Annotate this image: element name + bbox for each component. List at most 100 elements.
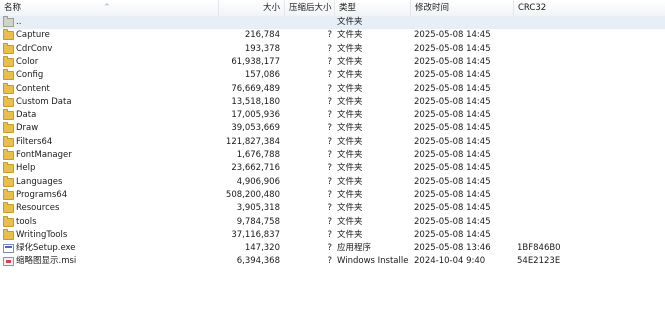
file-crc — [517, 176, 577, 189]
file-modified: 2025-05-08 14:45 — [414, 123, 491, 134]
file-packed-size: ? — [327, 56, 332, 67]
file-row[interactable]: Help 23,662,716? 文件夹 2025-05-08 14:45 — [0, 162, 665, 175]
file-modified: 2025-05-08 14:45 — [414, 229, 491, 240]
file-name: 缩略图显示.msi — [16, 256, 77, 267]
file-row[interactable]: WritingTools 37,116,837? 文件夹 2025-05-08 14:… — [0, 228, 665, 242]
file-row[interactable]: tools 9,784,758? 文件夹 2025-05-08 14:45 — [0, 215, 665, 229]
file-type: 文件夹 — [337, 43, 363, 54]
column-header-size[interactable]: 大小 — [219, 0, 285, 16]
file-packed-size: ? — [327, 136, 332, 147]
file-name: Capture — [16, 30, 50, 41]
column-header-size-label: 大小 — [262, 3, 280, 13]
file-modified: 2025-05-08 14:45 — [414, 96, 491, 107]
file-crc: 54E2123E — [517, 256, 561, 267]
column-header-modified[interactable]: 修改时间 — [411, 0, 514, 16]
file-modified: 2025-05-08 14:45 — [414, 203, 491, 214]
watermark — [579, 322, 659, 330]
file-type: 文件夹 — [337, 96, 363, 107]
file-packed-size: ? — [327, 216, 332, 227]
file-modified: 2025-05-08 14:45 — [414, 150, 491, 160]
file-modified: 2025-05-08 14:45 — [414, 83, 491, 94]
file-crc — [517, 162, 577, 175]
file-row[interactable]: 缩略图显示.msi 6,394,368? Windows Installe... 20… — [0, 255, 665, 268]
file-row[interactable]: Filters64 121,827,384? 文件夹 2025-05-08 14:45 — [0, 135, 665, 149]
file-size: 216,784 — [244, 30, 280, 41]
file-modified: 2025-05-08 14:45 — [414, 189, 491, 200]
file-size: 121,827,384 — [225, 136, 280, 147]
folder-icon — [3, 42, 14, 54]
file-row[interactable]: FontManager 1,676,788? 文件夹 2025-05-08 14:45 — [0, 149, 665, 162]
file-row[interactable]: Content 76,669,489? 文件夹 2025-05-08 14:45 — [0, 82, 665, 96]
file-crc — [517, 16, 577, 29]
folder-icon — [3, 82, 14, 94]
file-name: Data — [16, 110, 37, 121]
file-name: Content — [16, 83, 50, 94]
column-header-packed[interactable]: 压缩后大小 — [285, 0, 335, 16]
sort-ascending-icon: ^ — [104, 3, 110, 11]
folder-icon — [3, 69, 14, 81]
file-packed-size — [286, 16, 332, 29]
file-name: Color — [16, 56, 39, 67]
file-name: .. — [16, 17, 22, 27]
file-packed-size: ? — [327, 243, 332, 254]
file-modified: 2024-10-04 9:40 — [414, 256, 486, 267]
file-packed-size: ? — [327, 229, 332, 240]
folder-icon — [3, 55, 14, 67]
parent-folder-row[interactable]: .. 文件夹 — [0, 16, 665, 30]
file-packed-size: ? — [327, 43, 332, 54]
file-crc — [517, 83, 577, 96]
file-name: Help — [16, 163, 36, 174]
file-row[interactable]: Color 61,938,177? 文件夹 2025-05-08 14:45 — [0, 55, 665, 69]
file-type: 文件夹 — [337, 17, 363, 27]
file-modified: 2025-05-08 14:45 — [414, 176, 491, 187]
file-type: 文件夹 — [337, 229, 363, 240]
folder-icon — [3, 29, 14, 41]
file-crc — [517, 69, 577, 82]
file-row[interactable]: Config 157,086? 文件夹 2025-05-08 14:45 — [0, 69, 665, 82]
file-modified: 2025-05-08 14:45 — [414, 43, 491, 54]
file-row[interactable]: CdrConv 193,378? 文件夹 2025-05-08 14:45 — [0, 42, 665, 56]
file-row[interactable]: 绿化Setup.exe 147,320? 应用程序 2025-05-08 13:46 1… — [0, 242, 665, 255]
file-crc: 1BF846B0 — [517, 243, 561, 254]
folder-icon — [3, 175, 14, 187]
file-row[interactable]: Data 17,005,936? 文件夹 2025-05-08 14:45 — [0, 109, 665, 122]
msi-icon — [3, 257, 14, 267]
file-name: Filters64 — [16, 136, 53, 147]
file-type: 文件夹 — [337, 70, 363, 81]
file-size: 157,086 — [244, 70, 280, 81]
file-crc — [517, 109, 577, 122]
file-row[interactable]: Custom Data 13,518,180? 文件夹 2025-05-08 14:4… — [0, 95, 665, 109]
file-size: 13,518,180 — [231, 96, 280, 107]
folder-icon — [3, 109, 14, 121]
file-modified: 2025-05-08 14:45 — [414, 216, 491, 227]
file-modified: 2025-05-08 14:45 — [414, 56, 491, 67]
file-row[interactable]: Draw 39,053,669? 文件夹 2025-05-08 14:45 — [0, 122, 665, 135]
file-size: 193,378 — [244, 43, 280, 54]
exe-icon — [3, 244, 14, 254]
column-header-type[interactable]: 类型 — [335, 0, 411, 16]
file-crc — [517, 29, 577, 42]
file-name: CdrConv — [16, 43, 53, 54]
file-packed-size: ? — [327, 110, 332, 121]
file-packed-size: ? — [327, 96, 332, 107]
file-size — [218, 16, 280, 29]
file-row[interactable]: Programs64 508,200,480? 文件夹 2025-05-08 14:4… — [0, 188, 665, 202]
file-packed-size: ? — [327, 83, 332, 94]
column-header-name[interactable]: 名称 ^ — [0, 0, 219, 16]
file-modified: 2025-05-08 13:46 — [414, 243, 491, 254]
file-row[interactable]: Languages 4,906,906? 文件夹 2025-05-08 14:45 — [0, 175, 665, 189]
file-type: 文件夹 — [337, 30, 363, 41]
file-type: 文件夹 — [337, 216, 363, 227]
file-type: 文件夹 — [337, 203, 363, 214]
column-header-crc[interactable]: CRC32 — [514, 0, 665, 16]
file-row[interactable]: Capture 216,784? 文件夹 2025-05-08 14:45 — [0, 29, 665, 42]
file-name: Programs64 — [16, 189, 68, 200]
file-crc — [517, 96, 577, 109]
folder-icon — [3, 202, 14, 214]
file-name: FontManager — [16, 150, 72, 160]
file-row[interactable]: Resources 3,905,318? 文件夹 2025-05-08 14:45 — [0, 202, 665, 215]
file-crc — [517, 229, 577, 242]
file-packed-size: ? — [327, 203, 332, 214]
file-size: 23,662,716 — [231, 163, 280, 174]
file-size: 37,116,837 — [231, 229, 280, 240]
